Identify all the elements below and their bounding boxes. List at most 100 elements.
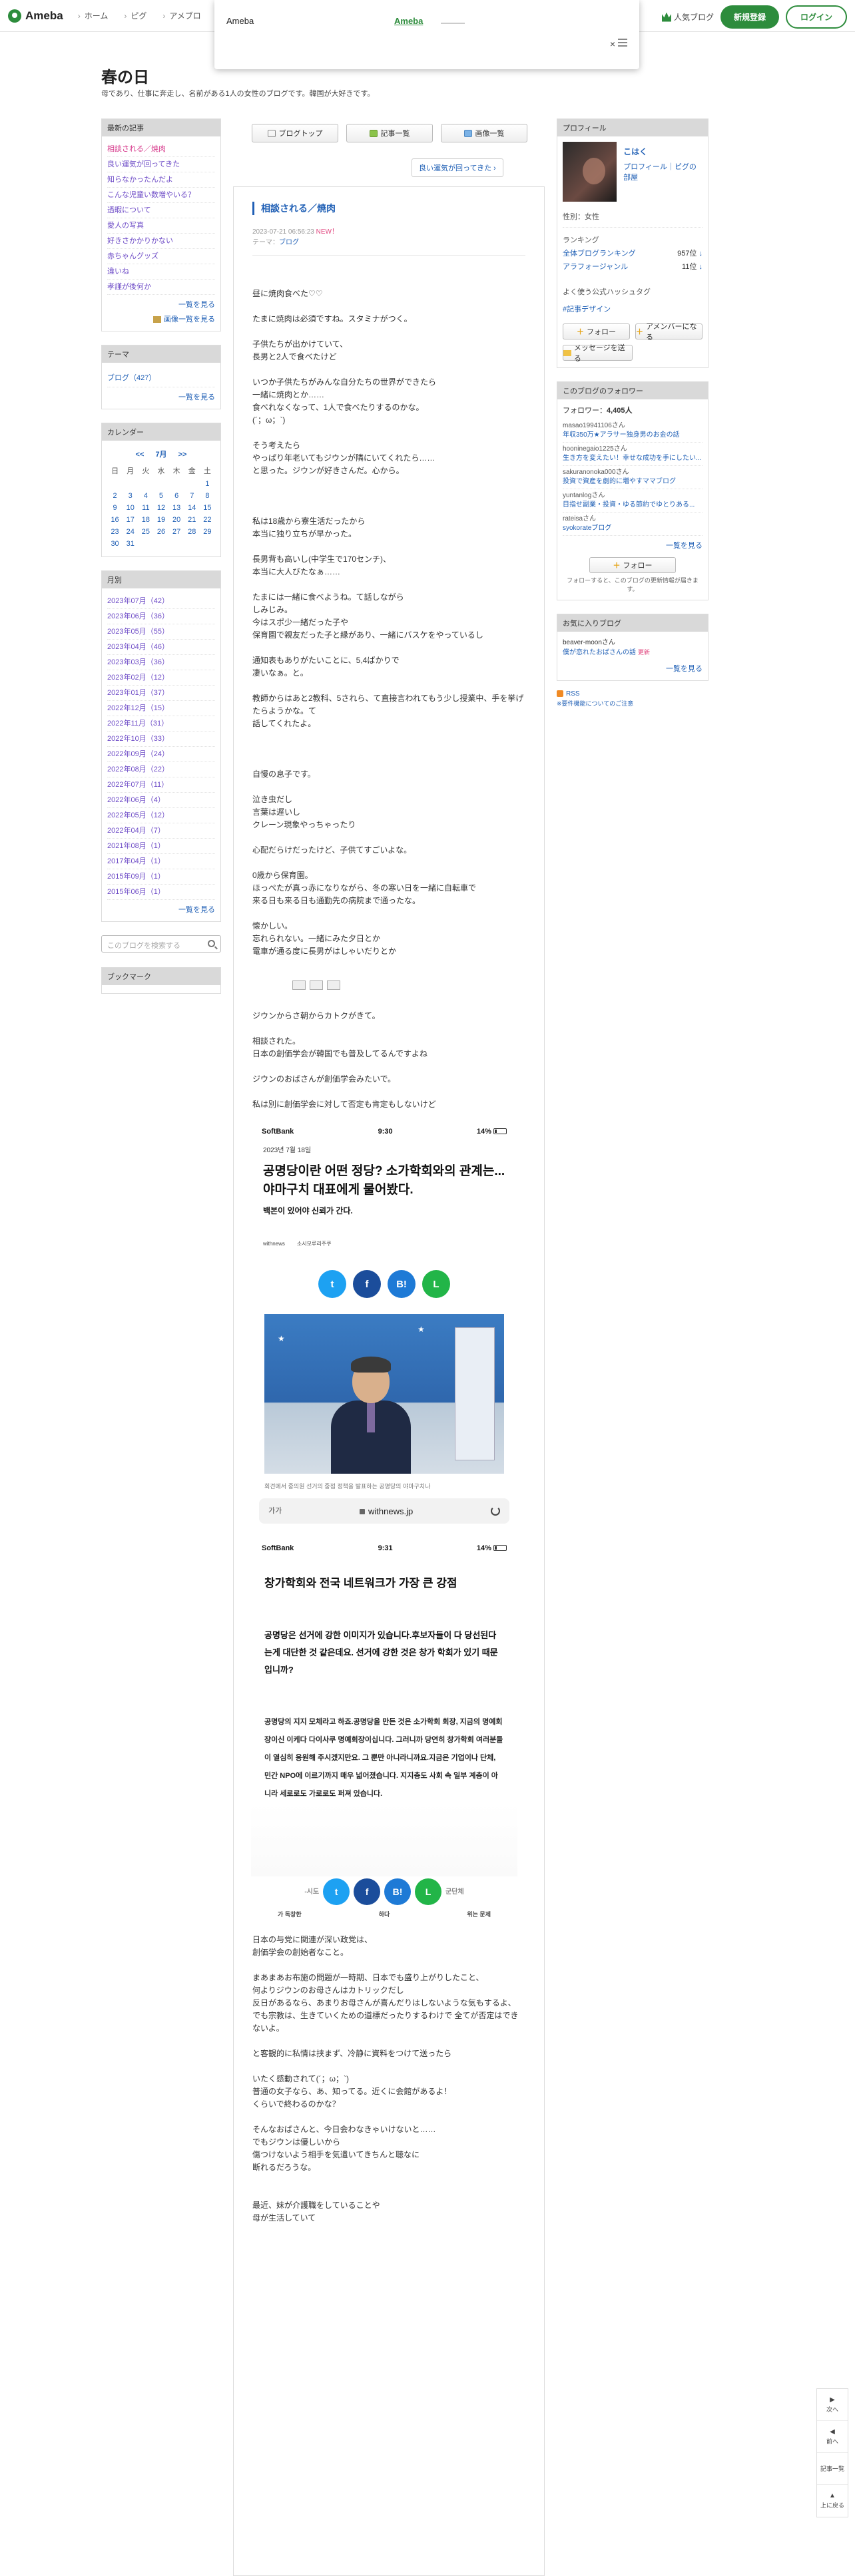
calendar-day[interactable]: 18 (138, 514, 153, 526)
month-archive-link[interactable]: 2022年09月（24） (107, 750, 169, 758)
photo-more-link[interactable]: 画像一覧を見る (164, 316, 215, 323)
followers-more-link[interactable]: 一覧を見る (666, 542, 703, 550)
follower-blog-link[interactable]: 生き方を変えたい！幸せな成功を手にしたい... (563, 455, 701, 462)
article-theme-link[interactable]: ブログ (279, 239, 299, 246)
monthly-more-link[interactable]: 一覧を見る (178, 906, 215, 914)
calendar-day[interactable]: 5 (153, 490, 168, 502)
month-archive-link[interactable]: 2017年04月（1） (107, 857, 165, 865)
prev-article-button[interactable]: ◀ 前へ (817, 2421, 848, 2453)
month-archive-link[interactable]: 2022年08月（22） (107, 765, 169, 773)
message-button[interactable]: メッセージを送る (563, 344, 633, 363)
search-icon[interactable] (208, 940, 215, 947)
calendar-day[interactable]: 6 (169, 490, 184, 502)
register-button[interactable]: 新規登録 (720, 5, 779, 29)
month-archive-link[interactable]: 2022年05月（12） (107, 811, 169, 819)
favorite-blog-link[interactable]: 僕が恋れたおばさんの話 (563, 649, 636, 656)
month-archive-link[interactable]: 2023年07月（42） (107, 597, 169, 605)
month-archive-link[interactable]: 2022年06月（4） (107, 796, 165, 804)
calendar-day[interactable]: 4 (138, 490, 153, 502)
calendar-day[interactable]: 15 (200, 502, 215, 514)
avatar[interactable] (563, 142, 617, 202)
follower-blog-link[interactable]: 年収350万★アラサー独身男のお金の話 (563, 431, 680, 439)
month-archive-link[interactable]: 2022年11月（31） (107, 720, 168, 728)
nav-ameblo-link[interactable]: アメブロ (162, 10, 200, 21)
profile-links[interactable]: プロフィール｜ピグの部屋 (623, 161, 703, 182)
close-icon[interactable]: × (610, 39, 615, 49)
month-archive-link[interactable]: 2023年05月（55） (107, 628, 169, 636)
follow-button[interactable]: ＋フォロー (563, 323, 630, 339)
blog-title[interactable]: 春の日 (101, 64, 149, 87)
calendar-day[interactable]: 23 (107, 526, 123, 538)
calendar-day[interactable]: 1 (200, 478, 215, 490)
menu-icon[interactable] (618, 39, 627, 47)
follower-blog-link[interactable]: 投資で資産を劇的に増やすママブログ (563, 478, 676, 485)
month-archive-link[interactable]: 2023年03月（36） (107, 658, 169, 666)
calendar-next-link[interactable]: >> (178, 451, 187, 459)
month-archive-link[interactable]: 2022年10月（33） (107, 735, 169, 743)
calendar-day[interactable]: 19 (153, 514, 168, 526)
tab-article-list[interactable]: 記事一覧 (346, 124, 433, 142)
month-archive-link[interactable]: 2015年09月（1） (107, 873, 165, 881)
calendar-day[interactable]: 21 (184, 514, 200, 526)
popup-ameba-link[interactable]: Ameba (394, 16, 423, 26)
follower-blog-link[interactable]: 目指せ副業・投資・ゆる節約でゆとりある... (563, 501, 695, 509)
calendar-prev-link[interactable]: << (136, 451, 144, 459)
calendar-day[interactable]: 12 (153, 502, 168, 514)
calendar-day[interactable]: 26 (153, 526, 168, 538)
blog-search-input[interactable]: このブログを検索する (101, 935, 221, 953)
calendar-day[interactable]: 22 (200, 514, 215, 526)
month-archive-link[interactable]: 2021年08月（1） (107, 842, 165, 850)
calendar-day[interactable]: 30 (107, 538, 123, 550)
ameba-logo[interactable]: Ameba (8, 9, 63, 23)
recent-article-link[interactable]: 赤ちゃんグッズ (107, 252, 158, 260)
calendar-day[interactable]: 27 (169, 526, 184, 538)
month-archive-link[interactable]: 2023年01月（37） (107, 689, 169, 697)
recent-article-link[interactable]: 好きさかかりかない (107, 237, 173, 245)
calendar-day[interactable]: 9 (107, 502, 123, 514)
recent-article-link[interactable]: こんな児童い数増やいる？ (107, 191, 195, 199)
back-to-top-button[interactable]: ▲ 上に戻る (817, 2485, 848, 2517)
calendar-day[interactable]: 8 (200, 490, 215, 502)
calendar-day[interactable]: 24 (123, 526, 138, 538)
article-title[interactable]: 相談される／焼肉 (252, 202, 525, 215)
calendar-day[interactable]: 17 (123, 514, 138, 526)
calendar-day[interactable]: 10 (123, 502, 138, 514)
favorites-more-link[interactable]: 一覧を見る (666, 665, 703, 673)
month-archive-link[interactable]: 2022年12月（15） (107, 704, 169, 712)
calendar-day[interactable]: 7 (184, 490, 200, 502)
nav-home-link[interactable]: ホーム (78, 10, 109, 21)
nav-pigg-link[interactable]: ピグ (124, 10, 146, 21)
calendar-day[interactable]: 20 (169, 514, 184, 526)
month-archive-link[interactable]: 2023年06月（36） (107, 612, 169, 620)
ranking-link[interactable]: アラフォージャンル (563, 261, 628, 272)
amember-button[interactable]: ＋アメンバーになる (635, 323, 703, 341)
follow-button-2[interactable]: ＋フォロー (589, 557, 676, 573)
month-archive-link[interactable]: 2015年06月（1） (107, 888, 165, 896)
recent-article-link[interactable]: 孝謹が後何か (107, 283, 151, 291)
rss-link[interactable]: RSS (566, 690, 580, 698)
theme-more-link[interactable]: 一覧を見る (178, 393, 215, 401)
ranking-link[interactable]: 全体ブログランキング (563, 248, 636, 258)
login-button[interactable]: ログイン (785, 5, 847, 29)
month-archive-link[interactable]: 2023年04月（46） (107, 643, 169, 651)
calendar-day[interactable]: 28 (184, 526, 200, 538)
calendar-day[interactable]: 29 (200, 526, 215, 538)
calendar-day[interactable]: 31 (123, 538, 138, 550)
tab-image-list[interactable]: 画像一覧 (441, 124, 527, 142)
recent-article-link[interactable]: 良い運気が回ってきた (107, 160, 180, 168)
month-archive-link[interactable]: 2022年04月（7） (107, 827, 165, 835)
follower-blog-link[interactable]: syokorateブログ (563, 525, 611, 532)
calendar-day[interactable]: 3 (123, 490, 138, 502)
recent-article-link[interactable]: 知らなかったんだよ (107, 176, 173, 184)
popular-blog-link[interactable]: 人気ブログ (661, 11, 714, 23)
calendar-day[interactable]: 2 (107, 490, 123, 502)
month-archive-link[interactable]: 2022年07月（11） (107, 781, 168, 789)
theme-link[interactable]: ブログ（427） (107, 368, 215, 387)
next-article-button[interactable]: ▶ 次へ (817, 2389, 848, 2421)
tab-blog-top[interactable]: ブログトップ (252, 124, 338, 142)
recent-article-link[interactable]: 違いね (107, 268, 129, 276)
article-list-button[interactable]: 記事一覧 (817, 2453, 848, 2485)
recent-more-link[interactable]: 一覧を見る (178, 301, 215, 309)
profile-name[interactable]: こはく (623, 146, 703, 157)
recent-article-link[interactable]: 相談される／焼肉 (107, 145, 166, 153)
